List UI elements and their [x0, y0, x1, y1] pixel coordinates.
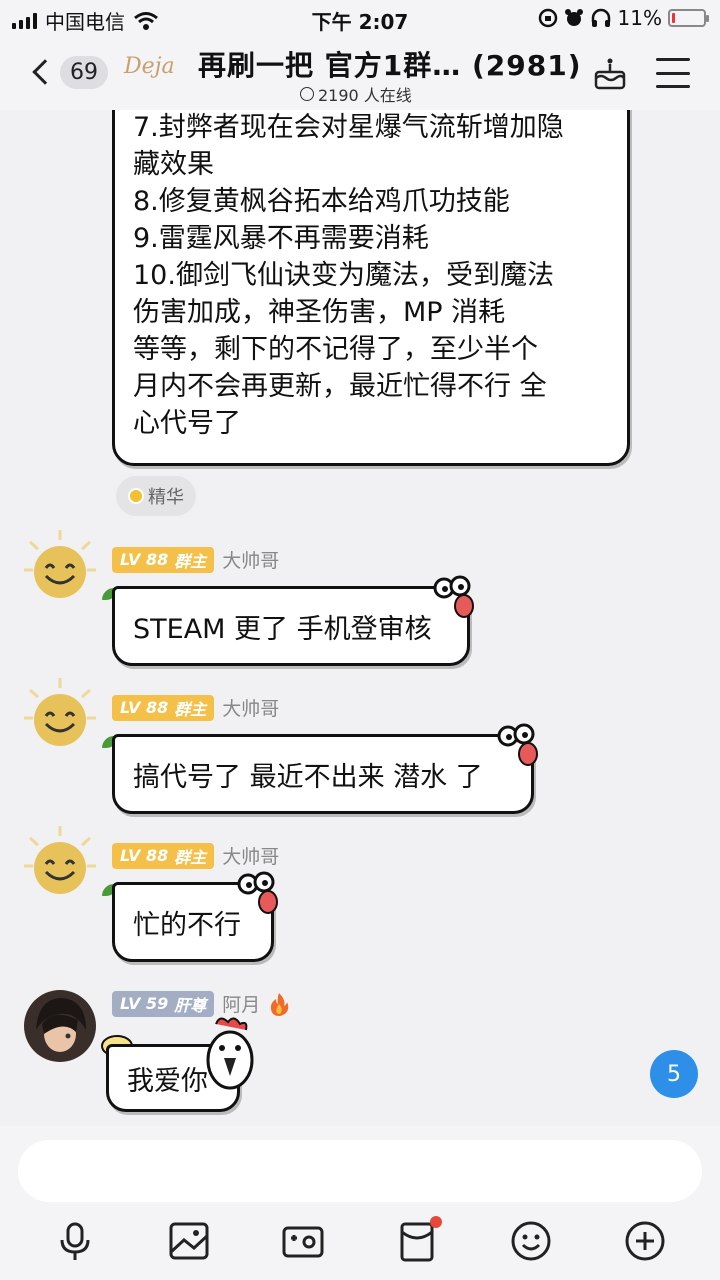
message-input[interactable]: [18, 1140, 702, 1202]
group-logo: Deja: [124, 54, 175, 79]
bubble-mascot-icon: [237, 871, 278, 914]
chat-header: 69 Deja 再刷一把 官方1群… (2981) 2190 人在线: [0, 36, 720, 110]
message-bubble[interactable]: STEAM 更了 手机登审核: [112, 586, 470, 666]
message-line: 月内不会再更新，最近忙得不行 全: [133, 371, 547, 402]
camera-icon[interactable]: [278, 1216, 328, 1266]
online-text: 2190 人在线: [318, 86, 412, 105]
essence-tag[interactable]: 精华: [116, 476, 196, 516]
message-line: 藏效果: [133, 149, 214, 180]
level-badge: LV 59 肝尊: [112, 990, 215, 1017]
sender-name[interactable]: 大帅哥: [222, 694, 279, 721]
message-bubble[interactable]: 7.封弊者现在会对星爆气流斩增加隐 藏效果 8.修复黄枫谷拓本给鸡爪功技能 9.…: [112, 110, 630, 466]
sun-avatar[interactable]: [24, 826, 96, 898]
rooster-sticker-icon: [206, 1017, 254, 1090]
back-button[interactable]: 69: [28, 50, 108, 94]
message-line: 10.御剑飞仙诀变为魔法，受到魔法: [133, 260, 554, 291]
message-line: 7.封弊者现在会对星爆气流斩增加隐: [133, 112, 564, 143]
mic-icon[interactable]: [50, 1216, 100, 1266]
fire-icon: [271, 992, 289, 1016]
rotation-lock-icon: [538, 8, 557, 28]
alarm-icon: [564, 9, 583, 26]
sender-name[interactable]: 大帅哥: [222, 842, 279, 869]
bubble-mascot-icon: [433, 575, 474, 618]
headphones-icon: [591, 8, 610, 27]
chat-title[interactable]: 再刷一把 官方1群… (2981): [198, 44, 582, 84]
online-count[interactable]: 2190 人在线: [300, 82, 412, 106]
emoji-icon[interactable]: [506, 1216, 556, 1266]
user-avatar[interactable]: [24, 990, 96, 1062]
message-bubble[interactable]: 搞代号了 最近不出来 潜水 了: [112, 734, 534, 814]
message-line: 等等，剩下的不记得了，至少半个: [133, 334, 538, 365]
red-packet-icon[interactable]: [392, 1216, 442, 1266]
chevron-left-icon: [32, 59, 58, 85]
message-line: 9.雷霆风暴不再需要消耗: [133, 223, 429, 254]
message-line: 伤害加成，神圣伤害，MP 消耗: [133, 297, 506, 328]
menu-button[interactable]: [656, 58, 690, 88]
sender-name[interactable]: 阿月: [222, 990, 260, 1017]
battery-icon: [668, 9, 709, 27]
message-line: 心代号了: [133, 408, 241, 439]
sender-name[interactable]: 大帅哥: [222, 546, 279, 573]
sun-avatar[interactable]: [24, 678, 96, 750]
message-line: 8.修复黄枫谷拓本给鸡爪功技能: [133, 186, 510, 217]
plus-icon[interactable]: [620, 1216, 670, 1266]
battery-percent: 11%: [617, 6, 662, 30]
online-icon: [300, 87, 314, 101]
message-list[interactable]: 7.封弊者现在会对星爆气流斩增加隐 藏效果 8.修复黄枫谷拓本给鸡爪功技能 9.…: [0, 110, 720, 1126]
unread-count: 69: [60, 55, 108, 89]
cake-icon[interactable]: [590, 54, 630, 94]
image-icon[interactable]: [164, 1216, 214, 1266]
battery-fill: [672, 13, 675, 23]
bubble-mascot-icon: [497, 723, 538, 766]
essence-label: 精华: [148, 487, 184, 508]
essence-icon: [128, 488, 144, 504]
status-bar: 中国电信 下午 2:07 11%: [0, 0, 720, 36]
level-badge: LV 88 群主: [112, 842, 215, 869]
level-badge: LV 88 群主: [112, 694, 215, 721]
sun-avatar[interactable]: [24, 530, 96, 602]
level-badge: LV 88 群主: [112, 546, 215, 573]
new-message-badge[interactable]: 5: [650, 1050, 698, 1098]
input-bar: [0, 1126, 720, 1280]
